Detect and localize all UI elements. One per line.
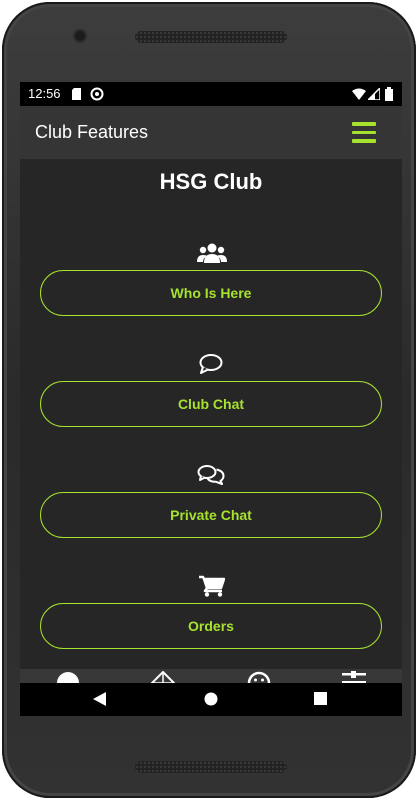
sd-card-icon (72, 88, 81, 100)
cart-icon (199, 575, 225, 597)
club-chat-label: Club Chat (177, 396, 245, 412)
phone-frame: 12:56 Club Features HSG Club Who Is Here… (2, 2, 416, 798)
front-camera (75, 31, 85, 41)
android-nav-bar (20, 683, 402, 716)
status-time: 12:56 (28, 86, 61, 101)
private-chat-button[interactable]: Private Chat (40, 492, 382, 538)
orders-button[interactable]: Orders (40, 603, 382, 649)
status-bar: 12:56 (20, 82, 402, 106)
orders-label: Orders (188, 618, 234, 634)
hamburger-menu-icon[interactable] (352, 122, 376, 144)
signal-icon (368, 88, 380, 100)
chat-bubbles-icon (197, 465, 225, 485)
tab-explore-icon[interactable] (151, 671, 175, 683)
nav-recents-icon[interactable] (314, 692, 327, 705)
club-name: HSG Club (159, 169, 263, 194)
sync-icon (90, 87, 104, 101)
nav-back-icon[interactable] (93, 692, 106, 706)
app-bar: Club Features (20, 106, 402, 159)
chat-bubble-icon (199, 354, 223, 374)
nav-home-icon[interactable] (204, 692, 218, 706)
club-features-content: HSG Club Who Is Here Club Chat Private C… (20, 159, 402, 669)
private-chat-label: Private Chat (170, 507, 252, 523)
bottom-tab-bar (20, 669, 402, 683)
users-icon (197, 243, 227, 263)
earpiece-speaker (135, 31, 287, 43)
club-chat-button[interactable]: Club Chat (40, 381, 382, 427)
who-is-here-button[interactable]: Who Is Here (40, 270, 382, 316)
tab-smiley-icon[interactable] (247, 671, 271, 683)
who-is-here-label: Who Is Here (170, 285, 252, 301)
tab-settings-sliders-icon[interactable] (342, 671, 366, 683)
screen: 12:56 Club Features HSG Club Who Is Here… (20, 82, 402, 716)
bottom-speaker (135, 761, 287, 773)
wifi-icon (352, 88, 366, 100)
tab-profile-icon[interactable] (56, 671, 80, 683)
battery-icon (385, 87, 393, 101)
app-bar-title: Club Features (35, 122, 149, 142)
